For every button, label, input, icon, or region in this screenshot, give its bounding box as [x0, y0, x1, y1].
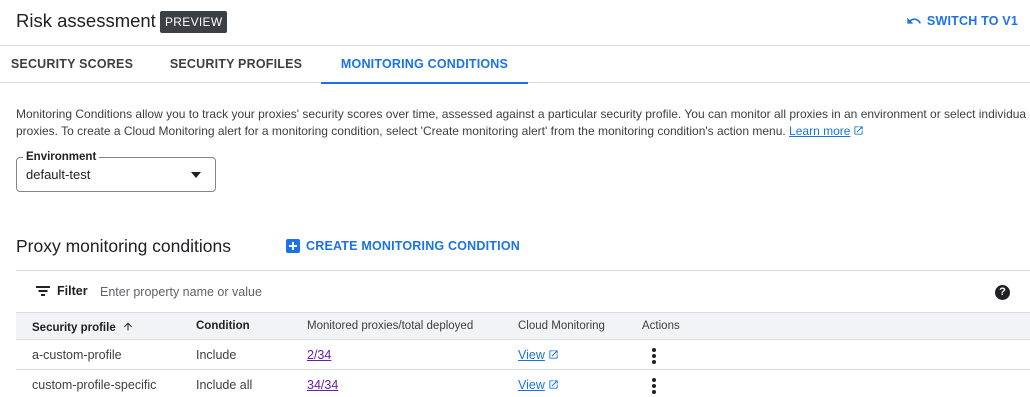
column-header-cloud-monitoring: Cloud Monitoring: [518, 320, 605, 332]
cell-condition: Include: [196, 348, 237, 362]
column-header-monitored-proxies: Monitored proxies/total deployed: [307, 320, 474, 332]
table-header-row: Security profile Condition Monitored pro…: [16, 312, 1030, 340]
environment-label: Environment: [23, 150, 100, 164]
environment-value: default-test: [26, 167, 91, 182]
page-title: Risk assessment: [16, 10, 156, 31]
tab-security-scores[interactable]: SECURITY SCORES: [0, 46, 144, 83]
cell-condition: Include all: [196, 378, 253, 392]
monitored-proxies-link[interactable]: 34/34: [307, 378, 338, 392]
external-link-icon: [549, 350, 558, 359]
description-line-2-text: proxies. To create a Cloud Monitoring al…: [16, 124, 790, 138]
undo-icon: [907, 17, 921, 24]
switch-to-v1-button[interactable]: SWITCH TO V1: [906, 11, 1018, 31]
preview-badge: PREVIEW: [160, 11, 228, 33]
cloud-monitoring-view-link[interactable]: View: [518, 378, 559, 392]
filter-icon: [36, 286, 50, 297]
cell-security-profile: a-custom-profile: [32, 348, 122, 362]
switch-to-v1-label: SWITCH TO V1: [926, 14, 1018, 28]
external-link-icon: [854, 126, 864, 135]
create-monitoring-condition-button[interactable]: CREATE MONITORING CONDITION: [286, 237, 520, 255]
description-line-2: proxies. To create a Cloud Monitoring al…: [16, 123, 1026, 140]
tab-bar: SECURITY SCORES SECURITY PROFILES MONITO…: [0, 45, 1030, 84]
environment-select[interactable]: Environment default-test: [16, 150, 216, 192]
row-actions-menu-icon[interactable]: [646, 347, 662, 365]
table-row: custom-profile-specific Include all 34/3…: [16, 370, 1030, 397]
cell-security-profile: custom-profile-specific: [32, 378, 157, 392]
external-link-icon: [549, 380, 558, 389]
view-label: View: [518, 348, 545, 362]
conditions-table: Security profile Condition Monitored pro…: [16, 312, 1030, 397]
cloud-monitoring-view-link[interactable]: View: [518, 348, 559, 362]
description-line-1: Monitoring Conditions allow you to track…: [16, 107, 1026, 121]
add-box-icon: [286, 239, 300, 253]
column-header-actions: Actions: [642, 320, 680, 332]
sort-ascending-icon: [123, 322, 132, 331]
help-icon[interactable]: ?: [995, 285, 1010, 300]
column-header-security-profile-label: Security profile: [32, 322, 116, 334]
column-header-security-profile[interactable]: Security profile: [32, 320, 134, 334]
column-header-condition: Condition: [196, 320, 250, 332]
tab-monitoring-conditions[interactable]: MONITORING CONDITIONS: [321, 46, 528, 84]
learn-more-label: Learn more: [789, 124, 851, 138]
tab-security-profiles[interactable]: SECURITY PROFILES: [152, 46, 320, 83]
row-actions-menu-icon[interactable]: [646, 377, 662, 395]
filter-label: Filter: [57, 284, 88, 298]
page-description: Monitoring Conditions allow you to track…: [16, 106, 1026, 140]
view-label: View: [518, 378, 545, 392]
table-row: a-custom-profile Include 2/34 View: [16, 340, 1030, 370]
page-header: Risk assessment PREVIEW SWITCH TO V1: [0, 0, 1030, 44]
filter-input[interactable]: [100, 282, 700, 302]
dropdown-arrow-icon: [191, 172, 201, 178]
section-title: Proxy monitoring conditions: [16, 236, 231, 256]
learn-more-link[interactable]: Learn more: [789, 124, 864, 138]
create-monitoring-condition-label: CREATE MONITORING CONDITION: [306, 239, 520, 253]
monitored-proxies-link[interactable]: 2/34: [307, 348, 331, 362]
filter-bar: Filter ?: [16, 270, 1030, 312]
